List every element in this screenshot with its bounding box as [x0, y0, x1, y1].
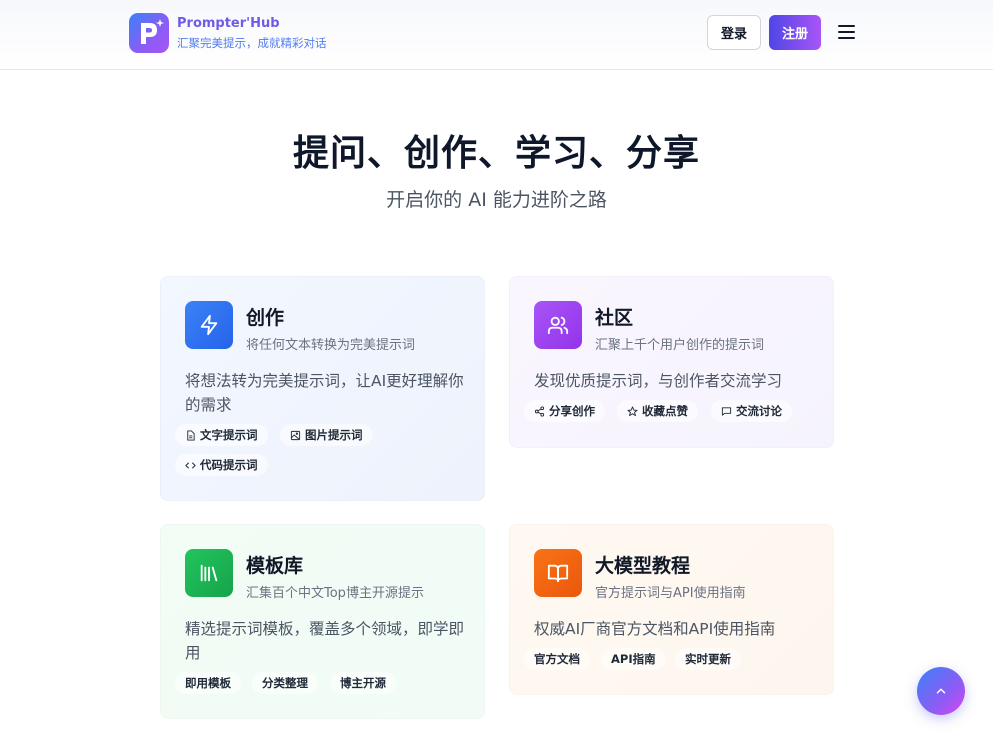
share-icon — [534, 405, 545, 417]
tag-share[interactable]: 分享创作 — [524, 400, 605, 422]
library-icon — [185, 549, 233, 597]
card-title: 大模型教程 — [595, 555, 691, 577]
chevron-up-icon — [936, 688, 946, 694]
card-description: 精选提示词模板，覆盖多个领域，即学即用 — [185, 620, 465, 662]
tag-open-source[interactable]: 博主开源 — [330, 672, 396, 694]
card-subtitle: 汇聚上千个用户创作的提示词 — [595, 338, 765, 353]
tag-official-docs[interactable]: 官方文档 — [524, 648, 590, 670]
brand-name: Prompter'Hub — [177, 16, 280, 31]
brand-logo[interactable] — [129, 13, 169, 53]
top-navbar: Prompter'Hub 汇聚完美提示，成就精彩对话 登录 注册 — [0, 0, 993, 70]
hero-title: 提问、创作、学习、分享 — [292, 133, 700, 174]
tag-categorized[interactable]: 分类整理 — [252, 672, 318, 694]
book-icon — [534, 549, 582, 597]
tag-ready-template[interactable]: 即用模板 — [175, 672, 241, 694]
star-icon — [627, 405, 638, 416]
register-button[interactable]: 注册 — [769, 15, 821, 50]
login-button[interactable]: 登录 — [707, 15, 761, 50]
tag-code-prompt[interactable]: 代码提示词 — [175, 454, 268, 476]
feature-card-template[interactable]: 模板库 汇集百个中文Top博主开源提示 精选提示词模板，覆盖多个领域，即学即用 … — [160, 524, 485, 719]
brand-tagline: 汇聚完美提示，成就精彩对话 — [177, 36, 327, 50]
card-subtitle: 将任何文本转换为完美提示词 — [246, 338, 416, 353]
code-icon — [185, 461, 196, 469]
image-icon — [290, 430, 301, 440]
hero-subtitle: 开启你的 AI 能力进阶之路 — [386, 189, 607, 211]
tag-text-prompt[interactable]: 文字提示词 — [175, 424, 268, 446]
tag-api-guide[interactable]: API指南 — [601, 648, 666, 670]
feature-card-create[interactable]: 创作 将任何文本转换为完美提示词 将想法转为完美提示词，让AI更好理解你的需求 … — [160, 276, 485, 501]
feature-card-tutorial[interactable]: 大模型教程 官方提示词与API使用指南 权威AI厂商官方文档和API使用指南 官… — [509, 524, 834, 695]
tag-image-prompt[interactable]: 图片提示词 — [280, 424, 373, 446]
card-title: 社区 — [595, 307, 634, 329]
message-icon — [721, 406, 732, 416]
feature-card-community[interactable]: 社区 汇聚上千个用户创作的提示词 发现优质提示词，与创作者交流学习 分享创作 收… — [509, 276, 834, 448]
file-text-icon — [187, 429, 195, 441]
card-description: 发现优质提示词，与创作者交流学习 — [534, 372, 783, 390]
tag-realtime-update[interactable]: 实时更新 — [675, 648, 741, 670]
hamburger-menu-icon[interactable] — [838, 25, 855, 39]
card-subtitle: 汇集百个中文Top博主开源提示 — [246, 586, 424, 601]
lightning-icon — [185, 301, 233, 349]
card-description: 将想法转为完美提示词，让AI更好理解你的需求 — [185, 372, 464, 414]
tag-discuss[interactable]: 交流讨论 — [711, 400, 792, 422]
card-description: 权威AI厂商官方文档和API使用指南 — [534, 620, 776, 638]
card-title: 模板库 — [246, 555, 304, 577]
card-subtitle: 官方提示词与API使用指南 — [595, 586, 746, 601]
card-title: 创作 — [246, 307, 285, 329]
users-icon — [534, 301, 582, 349]
logo-p-icon — [141, 19, 164, 44]
scroll-to-top-button[interactable] — [917, 667, 965, 715]
tag-favorite[interactable]: 收藏点赞 — [617, 400, 698, 422]
